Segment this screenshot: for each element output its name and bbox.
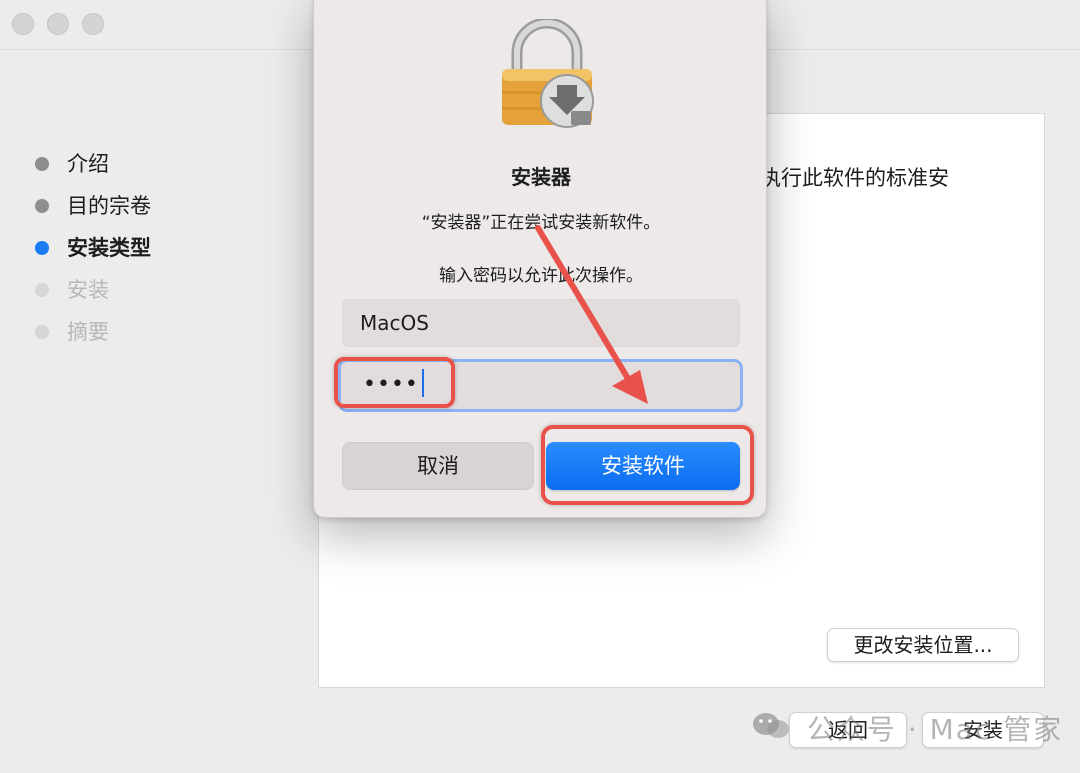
watermark-text: 公众号 · Mac 管家 <box>806 713 1064 746</box>
step-label: 安装 <box>67 278 109 302</box>
step-label: 摘要 <box>67 320 109 344</box>
step-label: 介绍 <box>67 152 109 176</box>
close-window-button[interactable] <box>12 13 34 35</box>
step-label: 安装类型 <box>67 236 151 260</box>
step-label: 目的宗卷 <box>67 194 151 218</box>
step-summary: 摘要 <box>34 314 234 356</box>
install-annotation-box <box>541 425 754 505</box>
step-status-dot <box>35 325 49 339</box>
cancel-button[interactable]: 取消 <box>342 442 534 490</box>
dialog-message: “安装器”正在尝试安装新软件。 <box>421 213 661 233</box>
installer-steps: 介绍 目的宗卷 安装类型 安装 摘要 <box>34 146 234 356</box>
step-status-dot <box>35 199 49 213</box>
step-install-type: 安装类型 <box>34 230 234 272</box>
wechat-icon <box>752 711 790 752</box>
password-annotation-box <box>334 357 455 408</box>
lock-installer-icon <box>497 17 597 129</box>
zoom-window-button[interactable] <box>82 13 104 35</box>
step-destination: 目的宗卷 <box>34 188 234 230</box>
minimize-window-button[interactable] <box>47 13 69 35</box>
change-install-location-button[interactable]: 更改安装位置... <box>827 628 1019 662</box>
username-field[interactable]: MacOS <box>342 299 740 347</box>
step-status-dot <box>35 241 49 255</box>
step-status-dot <box>35 157 49 171</box>
step-intro: 介绍 <box>34 146 234 188</box>
auth-dialog: 安装器 “安装器”正在尝试安装新软件。 输入密码以允许此次操作。 MacOS •… <box>313 0 767 518</box>
watermark: 公众号 · Mac 管家 <box>752 710 1063 750</box>
step-install: 安装 <box>34 272 234 314</box>
dialog-title: 安装器 <box>511 165 571 189</box>
install-description: 执行此软件的标准安 <box>760 166 949 190</box>
dialog-prompt: 输入密码以允许此次操作。 <box>439 266 643 286</box>
step-status-dot <box>35 283 49 297</box>
